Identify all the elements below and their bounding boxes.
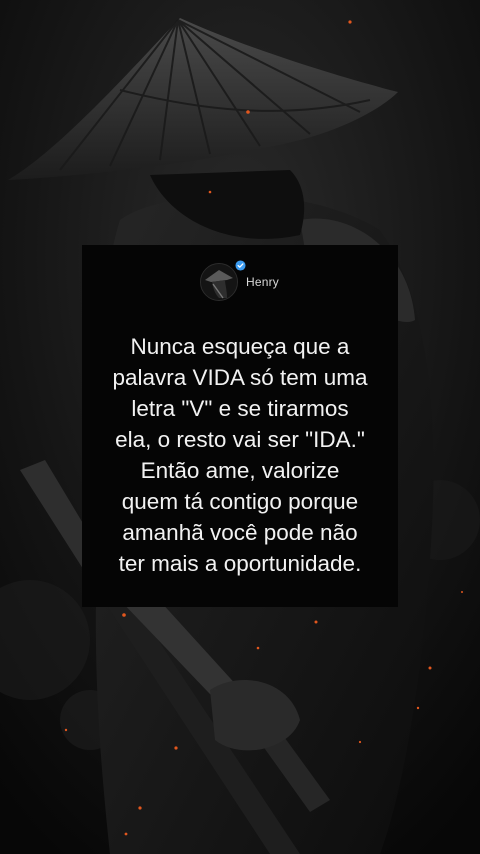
quote-line: quem tá contigo porque xyxy=(121,489,359,514)
verified-badge-icon xyxy=(235,260,246,271)
quote-line: Então ame, valorize xyxy=(140,458,340,483)
quote-line: Nunca esqueça que a xyxy=(130,334,350,359)
quote-card: Henry Nunca esqueça que a palavra VIDA s… xyxy=(82,245,398,607)
quote-line: ter mais a oportunidade. xyxy=(118,551,362,576)
quote-line: ela, o resto vai ser "IDA." xyxy=(115,427,365,452)
samurai-avatar-icon xyxy=(201,264,237,300)
quote-line: amanhã você pode não xyxy=(122,520,358,545)
quote-text: Nunca esqueça que a palavra VIDA só tem … xyxy=(90,331,390,579)
avatar[interactable] xyxy=(200,260,246,301)
quote-line: letra "V" e se tirarmos xyxy=(131,396,349,421)
quote-line: palavra VIDA só tem uma xyxy=(112,365,368,390)
username[interactable]: Henry xyxy=(246,275,279,289)
post-header: Henry xyxy=(200,260,279,301)
